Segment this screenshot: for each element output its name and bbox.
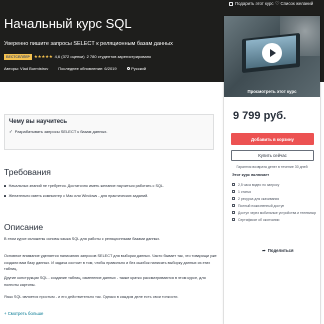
- requirements-title: Требования: [4, 167, 51, 177]
- heart-icon: ♡: [275, 1, 280, 7]
- share-label: Поделиться: [267, 248, 294, 253]
- description-paragraph: Другие конструкции SQL - создание таблиц…: [4, 276, 206, 287]
- video-icon: [232, 183, 235, 186]
- what-you-learn-box: Чему вы научитесь ✓ Разрабатывать запросы…: [4, 114, 214, 150]
- list-item: Начальных знаний не требуется. Достаточн…: [4, 181, 165, 191]
- star-rating-icon: ★★★★★: [33, 53, 53, 59]
- gift-course-link[interactable]: Подарить этот курс: [229, 1, 274, 6]
- course-meta-row: Авторы: Vlad Burmistrov Последнее обновл…: [4, 66, 146, 71]
- article-icon: [232, 190, 235, 193]
- play-icon[interactable]: [262, 43, 282, 63]
- buy-now-button[interactable]: Купить сейчас: [231, 150, 314, 161]
- students-count: 2 780 студентов зарегистрировано: [86, 54, 152, 59]
- add-to-cart-button[interactable]: Добавить в корзину: [231, 133, 314, 145]
- rating-text[interactable]: 4,6 (372 оценки): [55, 54, 85, 59]
- list-item: Полный пожизненный доступ: [232, 202, 316, 209]
- includes-list: 2,5 часа видео по запросу 1 статья 2 рес…: [232, 181, 316, 223]
- language-label: Русский: [131, 66, 146, 71]
- authors-link[interactable]: Авторы: Vlad Burmistrov: [4, 66, 48, 71]
- globe-icon: [126, 66, 131, 71]
- check-icon: ✓: [9, 129, 13, 134]
- gift-icon: [229, 1, 233, 6]
- mobile-icon: [232, 211, 235, 214]
- purchase-sidebar: Просмотреть этот курс 9 799 руб. Добавит…: [224, 16, 320, 324]
- gift-course-label: Подарить этот курс: [235, 1, 274, 6]
- money-back-guarantee: Гарантия возврата денег в течение 30 дне…: [236, 165, 308, 169]
- list-item: 2 ресурса для скачивания: [232, 195, 316, 202]
- course-subtitle: Уверенно пишите запросы SELECT к реляцио…: [4, 41, 173, 47]
- course-title: Начальный курс SQL: [4, 16, 132, 31]
- show-more-link[interactable]: + Смотреть больше: [4, 311, 43, 316]
- preview-label: Просмотреть этот курс: [247, 89, 297, 94]
- description-paragraph: Основное внимание уделяется написанию за…: [4, 254, 217, 272]
- share-button[interactable]: ➦ Поделиться: [262, 248, 294, 254]
- bestseller-badge: Бестселлер: [4, 53, 32, 60]
- last-updated: Последнее обновление: 6/2019: [58, 66, 117, 71]
- description-fade: [0, 296, 222, 312]
- includes-title: Этот курс включает: [232, 173, 270, 177]
- learn-item: ✓ Разрабатывать запросы SELECT к базам да…: [9, 129, 108, 134]
- list-item: Сертификат об окончании: [232, 216, 316, 223]
- description-title: Описание: [4, 222, 44, 232]
- list-item: Доступ через мобильные устройства и теле…: [232, 209, 316, 216]
- list-item: 2,5 часа видео по запросу: [232, 181, 316, 188]
- language: Русский: [126, 66, 146, 71]
- what-you-learn-title: Чему вы научитесь: [9, 119, 68, 125]
- download-icon: [232, 197, 235, 200]
- list-item: 1 статья: [232, 188, 316, 195]
- wishlist-label: Список желаний: [280, 1, 314, 6]
- wishlist-link[interactable]: ♡Список желаний: [275, 1, 313, 7]
- list-item: Желательно иметь компьютер с Mac или Win…: [4, 191, 164, 201]
- infinity-icon: [232, 204, 235, 207]
- requirements-list: Начальных знаний не требуется. Достаточн…: [4, 181, 165, 201]
- share-icon: ➦: [262, 248, 266, 253]
- course-rating-row: Бестселлер ★★★★★ 4,6 (372 оценки) 2 780 …: [4, 53, 151, 60]
- course-preview[interactable]: Просмотреть этот курс: [224, 16, 320, 97]
- price: 9 799 руб.: [233, 110, 287, 122]
- description-paragraph: В этом курсе изложены основы языка SQL д…: [4, 237, 161, 241]
- certificate-icon: [232, 218, 235, 221]
- top-bar: Подарить этот курс ♡Список желаний: [0, 0, 324, 10]
